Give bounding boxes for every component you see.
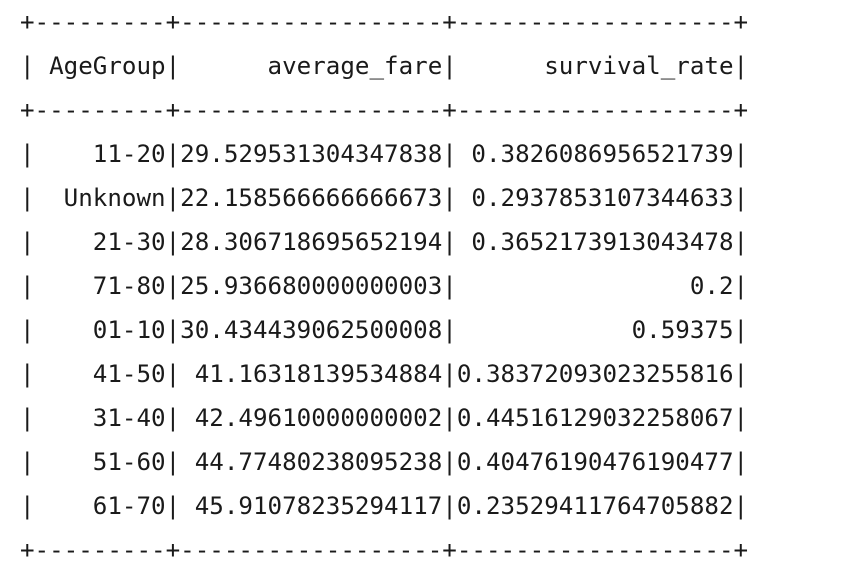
table-border-header: +---------+------------------+----------… [20,96,749,124]
table-row: | 71-80|25.936680000000003| 0.2| [20,272,749,300]
table-border-top: +---------+------------------+----------… [20,8,749,36]
table-border-bottom: +---------+------------------+----------… [20,536,749,564]
table-row: | 51-60| 44.77480238095238|0.40476190476… [20,448,749,476]
table-row: | 11-20|29.529531304347838| 0.3826086956… [20,140,749,168]
table-row: | 61-70| 45.91078235294117|0.23529411764… [20,492,749,520]
table-row: | 01-10|30.434439062500008| 0.59375| [20,316,749,344]
table-row: | Unknown|22.158566666666673| 0.29378531… [20,184,749,212]
table-row: | 31-40| 42.49610000000002|0.44516129032… [20,404,749,432]
table-row: | 21-30|28.306718695652194| 0.3652173913… [20,228,749,256]
table-header-row: | AgeGroup| average_fare| survival_rate| [20,52,749,80]
dataframe-output: +---------+------------------+----------… [20,0,748,572]
table-row: | 41-50| 41.16318139534884|0.38372093023… [20,360,749,388]
